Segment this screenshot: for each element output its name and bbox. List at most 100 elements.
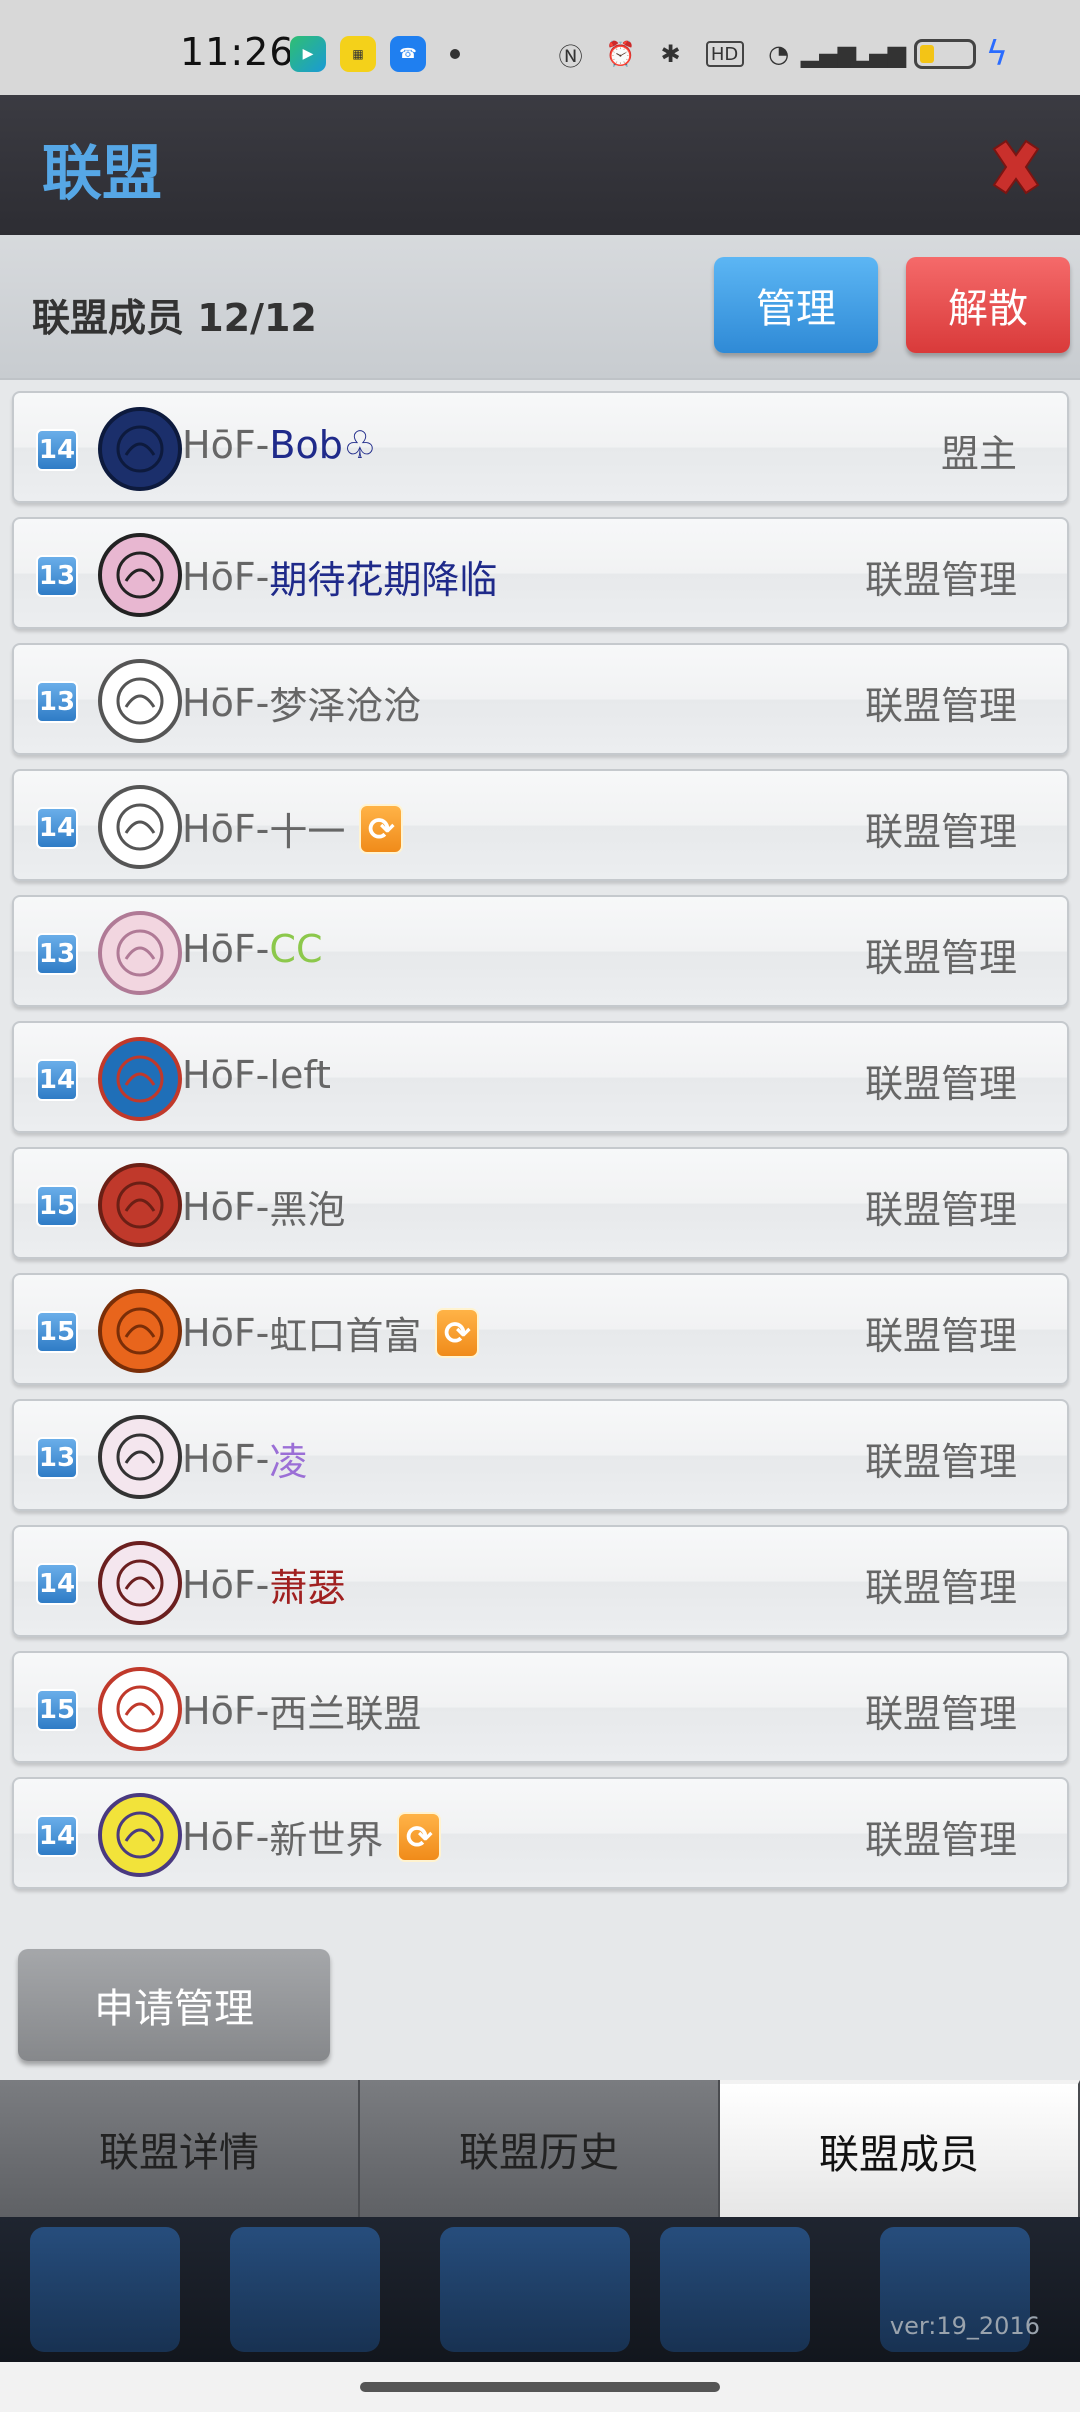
phone-icon: ☎: [390, 36, 426, 72]
avatar-emblem-icon: [98, 1793, 182, 1877]
member-name: HōF- 十一 ⟳: [182, 801, 404, 856]
alliance-tag: HōF-: [182, 927, 270, 971]
member-nickname: 十一: [269, 810, 346, 854]
member-avatar: [94, 1159, 186, 1251]
member-name: HōF- 新世界 ⟳: [182, 1809, 442, 1864]
member-role: 联盟管理: [864, 936, 1017, 980]
alliance-tag: HōF-: [182, 1310, 270, 1355]
alliance-tag: HōF-: [182, 1184, 270, 1229]
member-name: HōF- CC: [182, 927, 322, 971]
member-list: 14 HōF- Bob♧ 盟主 13 HōF- 期待花期降临 联盟管理 13 HōF- 梦泽沧沧 联盟…: [12, 391, 1069, 1903]
level-badge: 15: [36, 1185, 78, 1227]
member-role: 联盟管理: [864, 1062, 1017, 1106]
member-role: 盟主: [940, 432, 1017, 476]
member-row[interactable]: 15 HōF- 西兰联盟 联盟管理: [12, 1651, 1069, 1763]
member-row[interactable]: 14 HōF-left 联盟管理: [12, 1021, 1069, 1133]
member-nickname: 黑泡: [269, 1188, 346, 1232]
level-badge: 14: [36, 1059, 78, 1101]
member-nickname: 期待花期降临: [269, 558, 498, 602]
member-role: 联盟管理: [864, 558, 1017, 602]
alliance-tag: HōF-: [182, 423, 270, 467]
member-name: HōF- 黑泡: [182, 1179, 345, 1234]
alarm-icon: ⏰: [605, 40, 636, 68]
tab-bar: 联盟详情 联盟历史 联盟成员: [0, 2080, 1080, 2217]
member-row[interactable]: 14 HōF- 十一 ⟳ 联盟管理: [12, 769, 1069, 881]
members-panel: 联盟成员 12/12 管理 解散 14 HōF- Bob♧ 盟主 13 HōF- 期待花期降…: [0, 235, 1080, 2080]
member-nickname: 梦泽沧沧: [269, 684, 422, 728]
disband-button[interactable]: 解散: [906, 257, 1070, 353]
member-avatar: [94, 1663, 186, 1755]
member-row[interactable]: 14 HōF- 萧瑟 联盟管理: [12, 1525, 1069, 1637]
transfer-icon: ⟳: [359, 803, 404, 854]
member-name: HōF-left: [182, 1053, 331, 1097]
member-row[interactable]: 13 HōF- CC 联盟管理: [12, 895, 1069, 1007]
apply-manage-button[interactable]: 申请管理: [18, 1949, 330, 2061]
level-badge: 13: [36, 1437, 78, 1479]
member-nickname: left: [269, 1053, 331, 1097]
avatar-emblem-icon: [98, 1667, 182, 1751]
tab-alliance-details[interactable]: 联盟详情: [0, 2080, 360, 2217]
alliance-tag: HōF-: [182, 806, 270, 851]
member-name: HōF- 虹口首富 ⟳: [182, 1305, 480, 1360]
member-nickname: 西兰联盟: [269, 1692, 422, 1736]
level-badge: 13: [36, 555, 78, 597]
member-row[interactable]: 15 HōF- 黑泡 联盟管理: [12, 1147, 1069, 1259]
close-button[interactable]: [982, 133, 1050, 201]
level-badge: 14: [36, 1563, 78, 1605]
avatar-emblem-icon: [98, 407, 182, 491]
game-nav-icon: [30, 2227, 180, 2352]
member-row[interactable]: 14 HōF- Bob♧ 盟主: [12, 391, 1069, 503]
member-name: HōF- 西兰联盟: [182, 1683, 421, 1738]
transfer-icon: ⟳: [397, 1811, 442, 1862]
game-bottom-bar: ver:19_2016: [0, 2217, 1080, 2362]
member-nickname: CC: [269, 927, 323, 971]
notification-icons: ▶ ▦ ☎: [290, 36, 460, 72]
nfc-icon: Ⓝ: [558, 42, 583, 71]
alliance-tag: HōF-: [182, 1053, 270, 1097]
level-badge: 14: [36, 1815, 78, 1857]
signal-4g-icon: ▂▄▆: [800, 40, 857, 68]
member-row[interactable]: 13 HōF- 凌 联盟管理: [12, 1399, 1069, 1511]
alliance-tag: HōF-: [182, 1814, 270, 1859]
member-avatar: [94, 655, 186, 747]
member-role: 联盟管理: [864, 1566, 1017, 1610]
member-avatar: [94, 529, 186, 621]
status-bar: 11:26 ▶ ▦ ☎ Ⓝ ⏰ ✱ HD ◔ ▂▄▆ ▂▄▆ ϟ: [0, 0, 1080, 95]
alliance-tag: HōF-: [182, 1688, 270, 1733]
member-row[interactable]: 13 HōF- 期待花期降临 联盟管理: [12, 517, 1069, 629]
member-row[interactable]: 14 HōF- 新世界 ⟳ 联盟管理: [12, 1777, 1069, 1889]
transfer-icon: ⟳: [435, 1307, 480, 1358]
member-nickname: 凌: [269, 1440, 308, 1484]
avatar-emblem-icon: [98, 911, 182, 995]
avatar-emblem-icon: [98, 1541, 182, 1625]
version-label: ver:19_2016: [889, 2312, 1040, 2340]
member-avatar: [94, 1285, 186, 1377]
member-avatar: [94, 1537, 186, 1629]
member-name: HōF- 梦泽沧沧: [182, 675, 421, 730]
home-gesture-pill[interactable]: [360, 2382, 720, 2392]
dialog-header: 联盟: [0, 95, 1080, 235]
tab-alliance-members[interactable]: 联盟成员: [720, 2080, 1080, 2217]
avatar-emblem-icon: [98, 1415, 182, 1499]
member-avatar: [94, 1789, 186, 1881]
member-row[interactable]: 15 HōF- 虹口首富 ⟳ 联盟管理: [12, 1273, 1069, 1385]
member-role: 联盟管理: [864, 810, 1017, 854]
level-badge: 13: [36, 681, 78, 723]
wifi-icon: ◔: [768, 40, 790, 68]
page-title: 联盟: [42, 139, 162, 209]
status-time: 11:26: [180, 30, 295, 74]
app-notification-icon: ▦: [340, 36, 376, 72]
member-nickname: Bob♧: [269, 423, 377, 467]
game-nav-icon: [440, 2227, 630, 2352]
game-nav-icon: [660, 2227, 810, 2352]
tab-alliance-history[interactable]: 联盟历史: [360, 2080, 720, 2217]
game-nav-icon: [230, 2227, 380, 2352]
member-row[interactable]: 13 HōF- 梦泽沧沧 联盟管理: [12, 643, 1069, 755]
member-nickname: 虹口首富: [269, 1314, 422, 1358]
member-avatar: [94, 1411, 186, 1503]
manage-button[interactable]: 管理: [714, 257, 878, 353]
alliance-tag: HōF-: [182, 1562, 270, 1607]
member-role: 联盟管理: [864, 1188, 1017, 1232]
avatar-emblem-icon: [98, 659, 182, 743]
member-count: 联盟成员 12/12: [32, 296, 317, 340]
